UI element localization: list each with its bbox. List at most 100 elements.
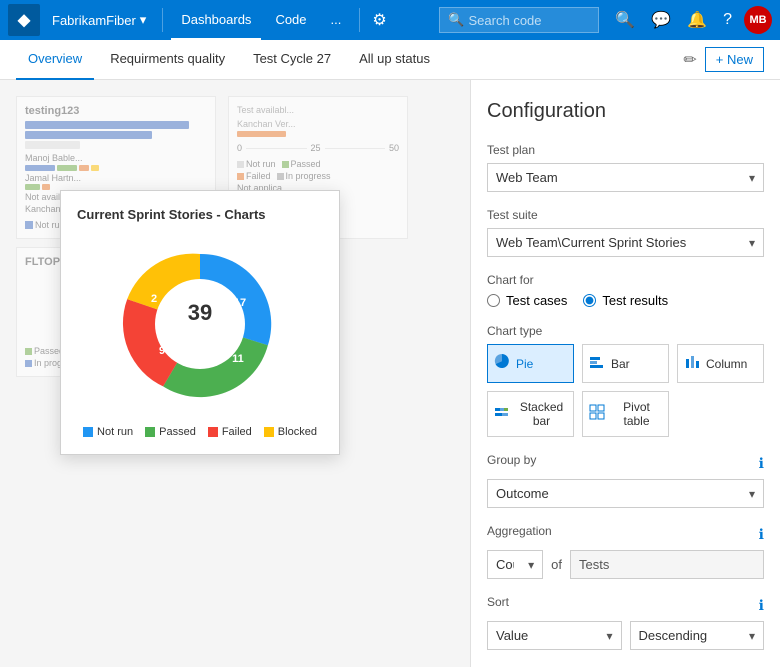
- radio-test-results-label: Test results: [602, 293, 668, 308]
- sub-nav-actions: ✏ + New: [683, 47, 764, 72]
- radio-test-cases-input[interactable]: [487, 294, 500, 307]
- search-icon-2[interactable]: 🔍: [611, 6, 639, 34]
- donut-chart-container: 39 17 11 9 2: [77, 234, 323, 414]
- legend-label-not-run: Not run: [97, 426, 133, 438]
- sort-value-select[interactable]: Value: [488, 622, 621, 649]
- test-plan-select[interactable]: Web Team: [488, 164, 763, 191]
- sort-label: Sort: [487, 595, 509, 609]
- pencil-icon[interactable]: ✏: [683, 50, 696, 70]
- svg-text:9: 9: [159, 345, 165, 357]
- search-box[interactable]: 🔍: [439, 7, 599, 33]
- legend-dot-not-run: [83, 427, 93, 437]
- aggregation-select-wrapper[interactable]: Count: [487, 550, 543, 579]
- legend-label-passed: Passed: [159, 426, 196, 438]
- sort-value-select-wrapper[interactable]: Value: [487, 621, 622, 650]
- legend-failed: Failed: [208, 426, 252, 438]
- tab-test-cycle[interactable]: Test Cycle 27: [241, 40, 343, 80]
- nav-more[interactable]: ...: [321, 0, 352, 40]
- radio-test-results-input[interactable]: [583, 294, 596, 307]
- chart-type-pie[interactable]: Pie: [487, 344, 574, 383]
- tab-all-up-status[interactable]: All up status: [347, 40, 442, 80]
- org-logo: ◆: [8, 4, 40, 36]
- nav-icons-group: 🔍 💬 🔔 ? MB: [611, 6, 772, 34]
- configuration-panel: Configuration Test plan Web Team Test su…: [470, 80, 780, 667]
- notifications-icon[interactable]: 🔔: [683, 6, 711, 34]
- chart-type-pivot-table[interactable]: Pivot table: [582, 391, 669, 437]
- chart-popup-title: Current Sprint Stories - Charts: [77, 207, 323, 222]
- svg-text:17: 17: [234, 297, 246, 309]
- group-by-header-row: Group by ℹ: [487, 453, 764, 473]
- pivot-table-icon: [589, 404, 605, 425]
- tab-overview[interactable]: Overview: [16, 40, 94, 80]
- settings-icon[interactable]: ⚙: [368, 6, 390, 34]
- chart-type-bar[interactable]: Bar: [582, 344, 669, 383]
- aggregation-header-row: Aggregation ℹ: [487, 524, 764, 544]
- sort-direction-select[interactable]: Descending: [631, 622, 764, 649]
- legend-dot-failed: [208, 427, 218, 437]
- legend-dot-passed: [145, 427, 155, 437]
- test-suite-label: Test suite: [487, 208, 764, 222]
- chart-legend: Not run Passed Failed Blocked: [77, 426, 323, 438]
- legend-not-run: Not run: [83, 426, 133, 438]
- chat-icon[interactable]: 💬: [647, 6, 675, 34]
- test-suite-select[interactable]: Web Team\Current Sprint Stories: [488, 229, 763, 256]
- svg-text:2: 2: [151, 293, 157, 305]
- column-icon: [684, 353, 700, 374]
- chart-for-section: Chart for Test cases Test results: [487, 273, 764, 308]
- sub-navigation: Overview Requirments quality Test Cycle …: [0, 40, 780, 80]
- tests-input: [570, 550, 764, 579]
- org-selector[interactable]: FabrikamFiber ▾: [44, 8, 154, 32]
- group-by-label: Group by: [487, 453, 536, 467]
- legend-label-blocked: Blocked: [278, 426, 317, 438]
- test-plan-label: Test plan: [487, 143, 764, 157]
- aggregation-info-icon[interactable]: ℹ: [759, 526, 764, 543]
- sort-info-icon[interactable]: ℹ: [759, 597, 764, 614]
- group-by-select-wrapper[interactable]: Outcome: [487, 479, 764, 508]
- stacked-bar-icon: [494, 404, 510, 425]
- legend-dot-blocked: [264, 427, 274, 437]
- nav-dashboards[interactable]: Dashboards: [171, 0, 261, 40]
- pivot-table-label: Pivot table: [611, 400, 662, 428]
- sort-row: Value Descending: [487, 621, 764, 650]
- chart-type-column[interactable]: Column: [677, 344, 764, 383]
- nav-code[interactable]: Code: [265, 0, 316, 40]
- svg-text:39: 39: [188, 300, 212, 325]
- donut-chart: 39 17 11 9 2: [110, 234, 290, 414]
- chart-popup: Current Sprint Stories - Charts: [60, 190, 340, 455]
- aggregation-row: Count of: [487, 550, 764, 579]
- tab-requirements-quality[interactable]: Requirments quality: [98, 40, 237, 80]
- left-content: testing123 Manoj Bable... Jamal Hartn...: [0, 80, 470, 667]
- help-icon[interactable]: ?: [719, 7, 736, 33]
- legend-blocked: Blocked: [264, 426, 317, 438]
- user-avatar[interactable]: MB: [744, 6, 772, 34]
- chart-for-label: Chart for: [487, 273, 764, 287]
- chart-type-section: Chart type Pie: [487, 324, 764, 437]
- stacked-bar-label: Stacked bar: [516, 400, 567, 428]
- group-by-info-icon[interactable]: ℹ: [759, 455, 764, 472]
- svg-text:11: 11: [232, 353, 244, 365]
- test-suite-select-wrapper[interactable]: Web Team\Current Sprint Stories: [487, 228, 764, 257]
- test-suite-section: Test suite Web Team\Current Sprint Stori…: [487, 208, 764, 257]
- test-plan-section: Test plan Web Team: [487, 143, 764, 192]
- sort-direction-select-wrapper[interactable]: Descending: [630, 621, 765, 650]
- top-navigation: ◆ FabrikamFiber ▾ Dashboards Code ... ⚙ …: [0, 0, 780, 40]
- test-plan-select-wrapper[interactable]: Web Team: [487, 163, 764, 192]
- chart-for-radio-group: Test cases Test results: [487, 293, 764, 308]
- org-dropdown-icon: ▾: [140, 12, 147, 28]
- aggregation-label: Aggregation: [487, 524, 552, 538]
- radio-test-cases[interactable]: Test cases: [487, 293, 567, 308]
- pie-icon: [494, 353, 510, 374]
- aggregation-section: Aggregation ℹ Count of: [487, 524, 764, 579]
- sort-header-row: Sort ℹ: [487, 595, 764, 615]
- group-by-select[interactable]: Outcome: [488, 480, 763, 507]
- aggregation-select[interactable]: Count: [488, 551, 542, 578]
- radio-test-results[interactable]: Test results: [583, 293, 668, 308]
- chart-type-label: Chart type: [487, 324, 764, 338]
- main-area: testing123 Manoj Bable... Jamal Hartn...: [0, 80, 780, 667]
- column-label: Column: [706, 357, 747, 371]
- new-button[interactable]: + New: [705, 47, 764, 72]
- group-by-section: Group by ℹ Outcome: [487, 453, 764, 508]
- chart-type-stacked-bar[interactable]: Stacked bar: [487, 391, 574, 437]
- bar-icon: [589, 353, 605, 374]
- search-input[interactable]: [469, 13, 599, 28]
